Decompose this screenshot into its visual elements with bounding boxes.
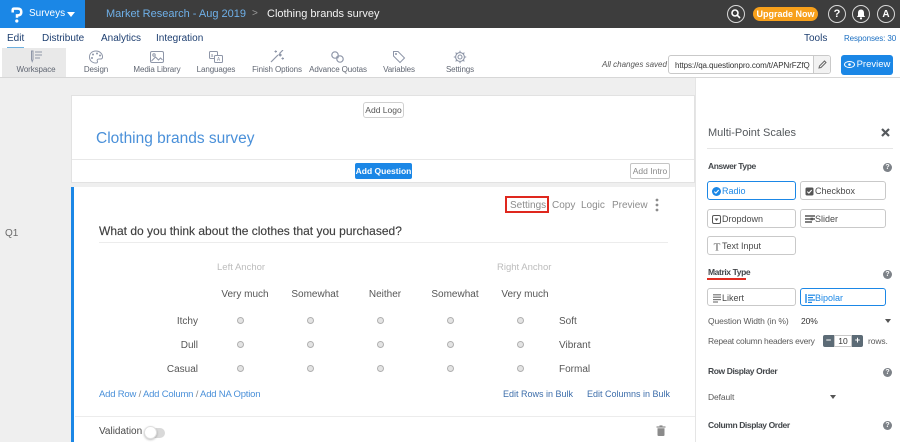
svg-text:T: T — [714, 242, 721, 252]
svg-text:a: a — [211, 53, 214, 59]
